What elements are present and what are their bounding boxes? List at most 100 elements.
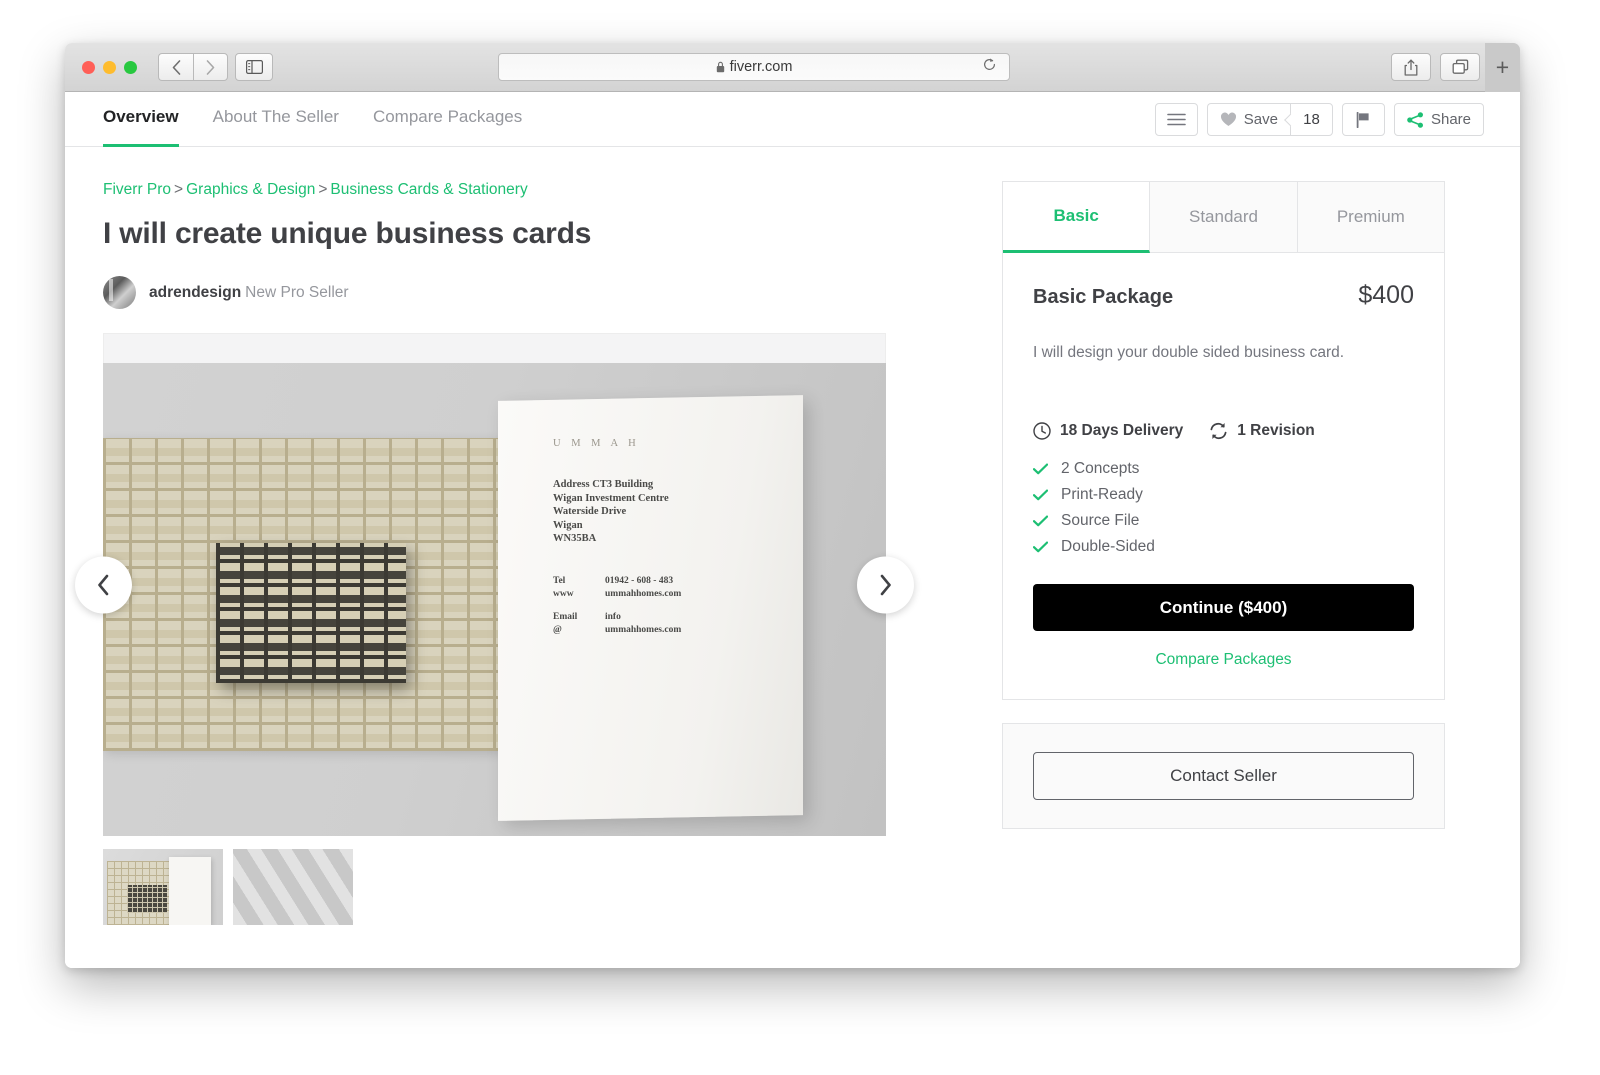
- browser-titlebar: fiverr.com +: [65, 43, 1520, 92]
- continue-button[interactable]: Continue ($400): [1033, 584, 1414, 631]
- lock-icon: [716, 61, 724, 73]
- back-button[interactable]: [158, 53, 193, 81]
- save-count-badge: 18: [1289, 103, 1333, 136]
- chevron-left-icon: [172, 59, 180, 75]
- contact-value-www: ummahhomes.com: [605, 588, 682, 599]
- seller-info: adrendesign New Pro Seller: [149, 284, 349, 302]
- contact-label-tel: Tel: [553, 576, 566, 586]
- compare-packages-link[interactable]: Compare Packages: [1033, 651, 1414, 669]
- maximize-window-button[interactable]: [124, 61, 137, 74]
- page-title: I will create unique business cards: [103, 217, 592, 250]
- package-tab-standard[interactable]: Standard: [1150, 182, 1298, 253]
- close-window-button[interactable]: [82, 61, 95, 74]
- gig-nav-tabs: Overview About The Seller Compare Packag…: [103, 92, 522, 147]
- feature-label: Double-Sided: [1061, 538, 1155, 555]
- share-upload-icon: [1404, 59, 1418, 76]
- check-icon: [1033, 489, 1048, 501]
- breadcrumb-item-fiverr-pro[interactable]: Fiverr Pro: [103, 181, 171, 198]
- contact-spacer: [553, 600, 605, 611]
- tab-about-the-seller[interactable]: About The Seller: [213, 107, 339, 147]
- minimize-window-button[interactable]: [103, 61, 116, 74]
- contact-seller-card: Contact Seller: [1002, 723, 1445, 829]
- menu-button[interactable]: [1154, 103, 1198, 136]
- new-tab-button[interactable]: +: [1485, 43, 1520, 92]
- feature-item: Source File: [1033, 512, 1414, 530]
- avatar[interactable]: [103, 276, 136, 309]
- gig-gallery: U M M A H Address CT3 Building Wigan Inv…: [75, 333, 914, 836]
- forward-button[interactable]: [193, 53, 228, 81]
- seller-level-badge: New Pro Seller: [245, 283, 349, 301]
- package-name: Basic Package: [1033, 286, 1174, 308]
- browser-window: fiverr.com + Overview About The Seller C…: [65, 43, 1520, 968]
- contact-value-at: ummahhomes.com: [605, 624, 682, 635]
- thumbnail-card-accent: [127, 885, 167, 913]
- save-label: Save: [1243, 111, 1278, 128]
- gallery-prev-button[interactable]: [75, 556, 132, 613]
- package-tab-basic[interactable]: Basic: [1003, 182, 1151, 253]
- breadcrumb-item-business-cards-stationery[interactable]: Business Cards & Stationery: [330, 181, 527, 198]
- seller-name[interactable]: adrendesign: [149, 284, 241, 301]
- revisions-label: 1 Revision: [1237, 422, 1315, 439]
- tab-compare-packages[interactable]: Compare Packages: [373, 107, 522, 147]
- save-group: Save 18: [1206, 103, 1333, 136]
- share-gig-button[interactable]: Share: [1393, 103, 1484, 136]
- gallery-next-button[interactable]: [857, 556, 914, 613]
- url-text: fiverr.com: [729, 59, 793, 75]
- package-header: Basic Package $400: [1033, 281, 1414, 310]
- feature-label: Print-Ready: [1061, 486, 1143, 503]
- share-button[interactable]: [1391, 53, 1431, 81]
- package-tab-premium[interactable]: Premium: [1297, 182, 1444, 253]
- contact-label-at: @: [553, 624, 562, 635]
- gig-right-column: Basic Standard Premium Basic Package $40…: [948, 181, 1445, 925]
- business-card-contact: Tel 01942 - 608 - 483 www ummahhomes.com…: [553, 575, 681, 636]
- breadcrumb-item-graphics-design[interactable]: Graphics & Design: [186, 181, 315, 198]
- contact-value-email: info: [605, 612, 621, 622]
- chevron-right-icon: [206, 59, 215, 75]
- navigation-buttons: [158, 53, 228, 81]
- breadcrumb-separator: >: [174, 181, 184, 198]
- feature-item: Print-Ready: [1033, 486, 1414, 504]
- contact-label-www: www: [553, 588, 574, 599]
- contact-seller-button[interactable]: Contact Seller: [1033, 752, 1414, 800]
- package-meta: 18 Days Delivery 1 Revision: [1033, 422, 1414, 440]
- toggle-sidebar-button[interactable]: [235, 53, 273, 81]
- save-button[interactable]: Save: [1206, 103, 1290, 136]
- heart-icon: [1220, 112, 1236, 126]
- revisions: 1 Revision: [1209, 422, 1315, 440]
- refresh-icon: [1210, 422, 1227, 440]
- share-label: Share: [1430, 111, 1471, 128]
- address-bar[interactable]: fiverr.com: [498, 53, 1010, 81]
- main-content: Fiverr Pro > Graphics & Design > Business Ca…: [65, 147, 1520, 925]
- report-button[interactable]: [1341, 103, 1385, 136]
- package-price: $400: [1358, 281, 1414, 309]
- tab-overview[interactable]: Overview: [103, 107, 179, 147]
- gig-left-column: Fiverr Pro > Graphics & Design > Business Ca…: [75, 181, 948, 925]
- gallery-thumbnail-2[interactable]: [233, 849, 353, 925]
- gallery-thumbnail-1[interactable]: [103, 849, 223, 925]
- chevron-right-icon: [880, 574, 891, 595]
- sidebar-icon: [245, 60, 263, 74]
- gig-nav-header: Overview About The Seller Compare Packag…: [65, 92, 1520, 147]
- show-tabs-button[interactable]: [1440, 53, 1480, 81]
- contact-value-tel: 01942 - 608 - 483: [605, 576, 674, 586]
- feature-item: 2 Concepts: [1033, 460, 1414, 478]
- breadcrumb: Fiverr Pro > Graphics & Design > Business Ca…: [103, 181, 948, 199]
- package-tabs: Basic Standard Premium: [1003, 182, 1444, 253]
- gallery-thumbnails: [103, 849, 948, 925]
- gallery-main-image[interactable]: U M M A H Address CT3 Building Wigan Inv…: [103, 363, 886, 836]
- reload-icon: [984, 58, 995, 70]
- package-body: Basic Package $400 I will design your do…: [1003, 253, 1444, 699]
- contact-label-email: Email: [553, 612, 578, 622]
- window-controls: [82, 61, 137, 74]
- chevron-left-icon: [98, 574, 109, 595]
- breadcrumb-separator: >: [318, 181, 328, 198]
- flag-icon: [1356, 111, 1369, 128]
- reload-button[interactable]: [982, 57, 997, 77]
- seller-row: adrendesign New Pro Seller: [103, 276, 948, 309]
- browser-toolbar-right: [1391, 53, 1480, 81]
- business-card-address: Address CT3 Building Wigan Investment Ce…: [553, 479, 669, 544]
- clock-icon: [1033, 422, 1051, 440]
- package-card: Basic Standard Premium Basic Package $40…: [1002, 181, 1445, 700]
- business-card-brand: U M M A H: [553, 438, 640, 449]
- delivery-label: 18 Days Delivery: [1060, 422, 1184, 439]
